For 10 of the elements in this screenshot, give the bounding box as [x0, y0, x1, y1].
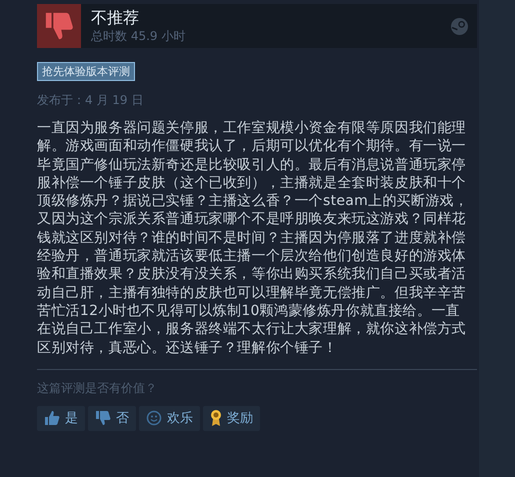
award-button[interactable]: 奖励 [203, 406, 260, 431]
early-access-badge: 抢先体验版本评测 [37, 62, 135, 81]
yes-button[interactable]: 是 [37, 406, 85, 431]
helpful-question: 这篇评测是否有价值？ [37, 380, 158, 397]
review-text: 一直因为服务器问题关停服，工作室规模小资金有限等原因我们能理解。游戏画面和动作僵硬我认了，后期可以优化有个期待。有一说一毕竟国产修仙玩法新奇还是比较吸引人的。最后有消息说普通玩家停服补偿一个锤子皮肤（这个已收到），主播就是全套时装皮肤和十个顶级修炼丹？据说已实锤？主播这么香？一个steam上的买断游戏，又因为这个宗派关系普通玩家哪个不是呼朋唤友来玩这游戏？同样花钱就这区别对待？谁的时间不是时间？主播因为停服落了进度就补偿经验丹，普通玩家就活该要低主播一个层次给他们创造良好的游戏体验和直播效果？皮肤没有没关系，等你出购买系统我们自己买或者活动自己肝，主播有独特的皮肤也可以理解毕竟无偿推广。但我辛辛苦苦忙活12小时也不见得可以炼制10颗鸿蒙修炼丹你就直接给。一直在说自己工作室小，服务器终端不太行让大家理解，就你这补偿方式区别对待，真恶心。还送锤子？理解你个锤子！ [37, 119, 470, 357]
review-verdict: 不推荐 [91, 8, 140, 28]
no-button[interactable]: 否 [88, 406, 136, 431]
posted-date: 发布于：4 月 19 日 [37, 92, 144, 109]
playtime: 总时数 45.9 小时 [91, 28, 186, 44]
funny-button[interactable]: 欢乐 [139, 406, 200, 431]
